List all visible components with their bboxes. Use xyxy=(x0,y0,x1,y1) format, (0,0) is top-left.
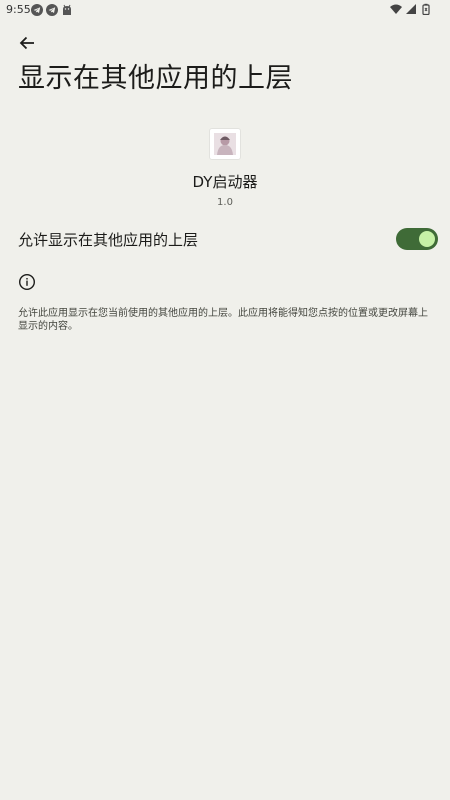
status-time: 9:55 xyxy=(6,3,31,16)
android-icon xyxy=(63,4,71,15)
info-icon xyxy=(18,273,36,291)
telegram-icon xyxy=(31,4,43,16)
wifi-icon xyxy=(390,4,402,14)
allow-overlay-row[interactable]: 允许显示在其他应用的上层 xyxy=(18,224,438,254)
allow-overlay-switch[interactable] xyxy=(396,228,438,250)
page-title: 显示在其他应用的上层 xyxy=(18,63,293,94)
app-header: DY启动器 1.0 xyxy=(0,128,450,208)
telegram-icon xyxy=(46,4,58,16)
signal-icon xyxy=(406,4,416,14)
app-version: 1.0 xyxy=(217,197,233,208)
status-bar: 9:55 xyxy=(0,0,450,20)
back-button[interactable] xyxy=(14,30,40,56)
system-icons xyxy=(390,3,432,15)
notification-icons xyxy=(31,4,73,16)
info-description: 允许此应用显示在您当前使用的其他应用的上层。此应用将能得知您点按的位置或更改屏幕… xyxy=(18,308,428,332)
app-icon xyxy=(209,128,241,160)
app-thumbnail-icon xyxy=(214,133,236,155)
arrow-back-icon xyxy=(19,36,34,50)
switch-thumb xyxy=(419,231,435,247)
battery-icon xyxy=(422,3,430,15)
app-name: DY启动器 xyxy=(192,173,258,191)
allow-overlay-label: 允许显示在其他应用的上层 xyxy=(18,230,199,249)
